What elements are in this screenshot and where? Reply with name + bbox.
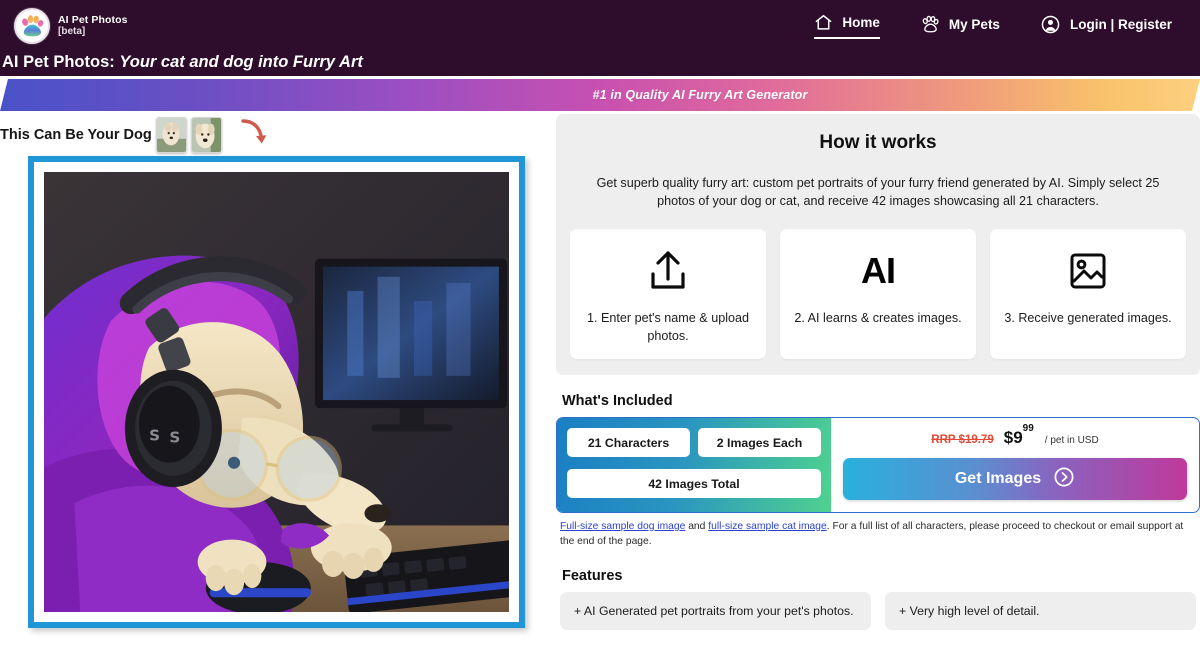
promo-ribbon-text: #1 in Quality AI Furry Art Generator	[593, 88, 808, 102]
ai-glyph-label: AI	[861, 250, 895, 292]
sample-cat-image-link[interactable]: full-size sample cat image	[708, 521, 826, 532]
fineprint-mid: and	[685, 521, 708, 532]
rrp-price: RRP $19.79	[931, 434, 993, 446]
top-header-bar: AI Pet Photos [beta] Home	[0, 0, 1200, 52]
step-card-2: AI 2. AI learns & creates images.	[780, 229, 976, 360]
nav-item-my-pets-label: My Pets	[949, 17, 1000, 32]
pet-thumbnail-2[interactable]	[191, 117, 222, 153]
pill-characters: 21 Characters	[567, 428, 690, 457]
image-icon	[1066, 247, 1110, 295]
step-card-1-label: 1. Enter pet's name & upload photos.	[578, 309, 758, 346]
price-row: RRP $19.79 $999 / pet in USD	[931, 428, 1098, 448]
nav-item-my-pets[interactable]: My Pets	[920, 14, 1000, 38]
pill-images-total: 42 Images Total	[567, 469, 821, 498]
sample-dog-image-link[interactable]: Full-size sample dog image	[560, 521, 685, 532]
brand-beta-label: [beta]	[58, 26, 128, 38]
fineprint-text: Full-size sample dog image and full-size…	[556, 519, 1200, 550]
brand-name-label: AI Pet Photos	[58, 14, 128, 26]
main-navigation: Home My Pets L	[814, 13, 1186, 39]
page-subtitle-bar: AI Pet Photos: Your cat and dog into Fur…	[0, 52, 1200, 76]
step-card-2-label: 2. AI learns & creates images.	[794, 309, 961, 327]
svg-text:S: S	[149, 427, 160, 445]
hero-dog-artwork[interactable]: S S	[44, 172, 509, 612]
upload-icon	[644, 247, 692, 295]
step-card-3-label: 3. Receive generated images.	[1004, 309, 1171, 327]
hero-image-matte: S S	[34, 162, 519, 622]
pet-thumbnail-1[interactable]	[156, 117, 187, 153]
step-card-1: 1. Enter pet's name & upload photos.	[570, 229, 766, 360]
how-it-works-title: How it works	[570, 132, 1186, 154]
included-pills-panel: 21 Characters 2 Images Each 42 Images To…	[557, 418, 831, 512]
left-column: This Can Be Your Dog	[0, 114, 556, 630]
get-images-button[interactable]: Get Images	[843, 458, 1187, 500]
page-title: AI Pet Photos: Your cat and dog into Fur…	[2, 53, 363, 72]
how-it-works-card: How it works Get superb quality furry ar…	[556, 114, 1200, 375]
ai-text-icon: AI	[861, 247, 895, 295]
promo-ribbon-wrapper: #1 in Quality AI Furry Art Generator	[0, 76, 1200, 114]
how-it-works-steps: 1. Enter pet's name & upload photos. AI …	[570, 229, 1186, 360]
promo-ribbon: #1 in Quality AI Furry Art Generator	[0, 79, 1200, 111]
nav-item-home[interactable]: Home	[814, 13, 880, 39]
step-card-3: 3. Receive generated images.	[990, 229, 1186, 360]
right-column: How it works Get superb quality furry ar…	[556, 114, 1200, 630]
feature-card-1: + AI Generated pet portraits from your p…	[560, 592, 871, 630]
showcase-label: This Can Be Your Dog	[0, 127, 152, 143]
price-unit: / pet in USD	[1045, 435, 1099, 446]
get-images-label: Get Images	[955, 470, 1041, 488]
whats-included-box: 21 Characters 2 Images Each 42 Images To…	[556, 417, 1200, 513]
whats-included-heading: What's Included	[562, 393, 1200, 409]
page-title-emphasis: Your cat and dog into Furry Art	[119, 53, 363, 71]
features-grid: + AI Generated pet portraits from your p…	[556, 592, 1200, 630]
price-main: $9	[1004, 428, 1023, 447]
current-price: $999	[1004, 428, 1034, 448]
curved-arrow-down-icon	[238, 116, 272, 155]
hero-image-frame: S S	[28, 156, 525, 628]
nav-item-home-label: Home	[842, 15, 880, 30]
pill-images-each: 2 Images Each	[698, 428, 821, 457]
page-title-prefix: AI Pet Photos:	[2, 53, 115, 71]
nav-item-login-register[interactable]: Login | Register	[1040, 14, 1172, 39]
svg-text:S: S	[169, 429, 180, 447]
pricing-panel: RRP $19.79 $999 / pet in USD Get Images	[831, 418, 1199, 512]
paw-icon	[920, 14, 940, 34]
paw-logo-icon	[14, 8, 50, 44]
features-heading: Features	[562, 568, 1200, 584]
feature-card-2: + Very high level of detail.	[885, 592, 1196, 630]
brand-logo-group[interactable]: AI Pet Photos [beta]	[14, 8, 128, 44]
showcase-header: This Can Be Your Dog	[0, 114, 556, 156]
price-cents: 99	[1023, 423, 1034, 434]
nav-item-login-label: Login | Register	[1070, 17, 1172, 32]
how-it-works-description: Get superb quality furry art: custom pet…	[570, 174, 1186, 211]
chevron-right-circle-icon	[1053, 466, 1075, 493]
home-icon	[814, 13, 833, 32]
page-body: This Can Be Your Dog	[0, 114, 1200, 630]
user-circle-icon	[1040, 14, 1061, 35]
